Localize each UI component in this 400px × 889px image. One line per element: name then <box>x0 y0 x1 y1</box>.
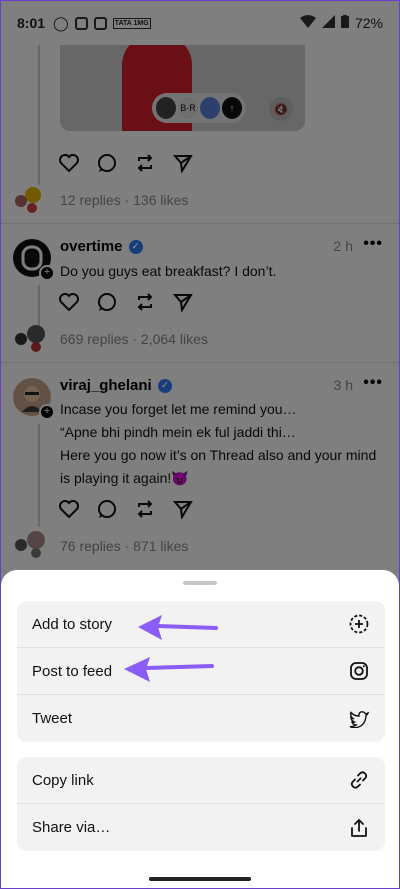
copy-link-button[interactable]: Copy link <box>17 757 385 804</box>
screen: 8:01 ◯ TATA 1MG 72% <box>0 0 400 889</box>
twitter-icon <box>348 708 370 730</box>
annotation-arrow-icon <box>124 657 214 682</box>
add-circle-icon <box>348 613 370 635</box>
row-label: Share via… <box>32 819 111 836</box>
share-group-secondary: Copy link Share via… <box>17 757 385 851</box>
instagram-icon <box>348 660 370 682</box>
share-via-button[interactable]: Share via… <box>17 804 385 851</box>
row-label: Tweet <box>32 710 73 727</box>
share-icon <box>348 817 370 839</box>
sheet-drag-handle[interactable] <box>183 581 217 585</box>
tweet-button[interactable]: Tweet <box>17 695 385 742</box>
gesture-nav-bar[interactable] <box>149 877 251 881</box>
row-label: Copy link <box>32 771 94 789</box>
annotation-arrow-icon <box>138 615 218 640</box>
link-icon <box>348 769 370 791</box>
